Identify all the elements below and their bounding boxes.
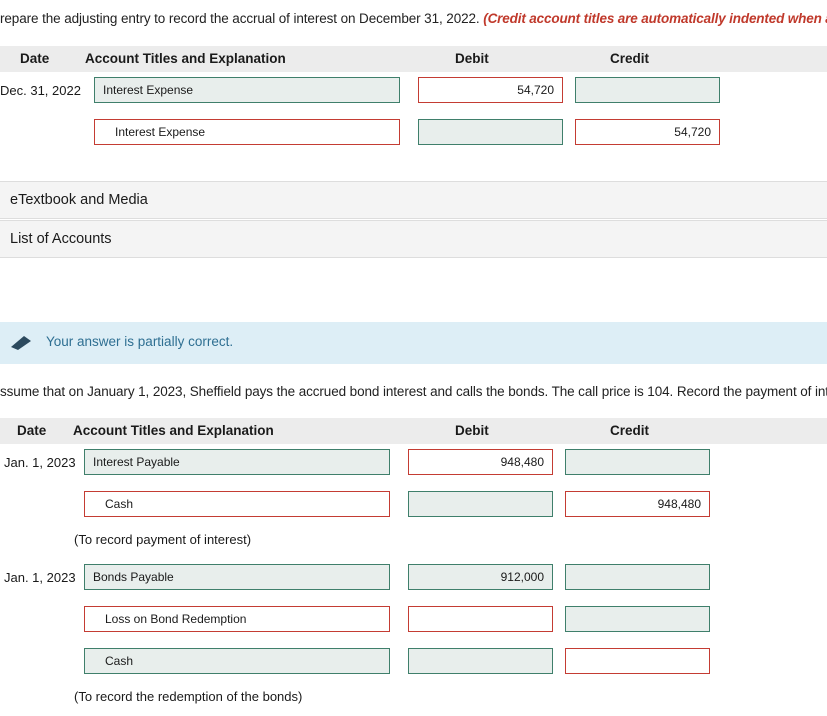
column-header-date: Date xyxy=(20,51,50,66)
column-header-account: Account Titles and Explanation xyxy=(85,51,286,66)
row-date: Dec. 31, 2022 xyxy=(0,83,81,98)
feedback-banner: Your answer is partially correct. xyxy=(0,322,827,364)
journal-table-1: Date Account Titles and Explanation Debi… xyxy=(0,46,827,156)
memo-row: (To record payment of interest) xyxy=(0,528,827,559)
column-header-account: Account Titles and Explanation xyxy=(73,423,274,438)
credit-amount-input[interactable] xyxy=(575,119,720,145)
table-row xyxy=(0,601,827,643)
column-header-date: Date xyxy=(17,423,47,438)
account-title-input[interactable] xyxy=(94,119,400,145)
feedback-text: Your answer is partially correct. xyxy=(46,334,234,349)
debit-amount-input[interactable] xyxy=(418,77,563,103)
credit-amount-input[interactable] xyxy=(575,77,720,103)
credit-amount-input[interactable] xyxy=(565,648,710,674)
journal-table-2-header: Date Account Titles and Explanation Debi… xyxy=(0,418,827,444)
table-row: Jan. 1, 2023 xyxy=(0,559,827,601)
debit-amount-input[interactable] xyxy=(418,119,563,145)
debit-amount-input[interactable] xyxy=(408,648,553,674)
debit-amount-input[interactable] xyxy=(408,491,553,517)
prompt-1-text: repare the adjusting entry to record the… xyxy=(0,11,484,26)
account-title-input[interactable] xyxy=(84,491,390,517)
account-title-input[interactable] xyxy=(84,449,390,475)
table-row xyxy=(0,643,827,685)
exercise-page: repare the adjusting entry to record the… xyxy=(0,0,827,704)
credit-amount-input[interactable] xyxy=(565,491,710,517)
journal-table-2: Date Account Titles and Explanation Debi… xyxy=(0,418,827,716)
account-title-input[interactable] xyxy=(84,648,390,674)
account-title-input[interactable] xyxy=(84,606,390,632)
table-row xyxy=(0,486,827,528)
column-header-debit: Debit xyxy=(455,51,489,66)
memo-text: (To record payment of interest) xyxy=(74,532,252,547)
column-header-credit: Credit xyxy=(610,423,650,438)
column-header-debit: Debit xyxy=(455,423,489,438)
question-prompt-1: repare the adjusting entry to record the… xyxy=(0,11,827,26)
credit-amount-input[interactable] xyxy=(565,449,710,475)
list-of-accounts-bar[interactable]: List of Accounts xyxy=(0,220,827,258)
row-date: Jan. 1, 2023 xyxy=(4,455,76,470)
memo-text: (To record the redemption of the bonds) xyxy=(74,689,303,704)
table-row xyxy=(0,114,827,156)
credit-amount-input[interactable] xyxy=(565,606,710,632)
etextbook-and-media-bar[interactable]: eTextbook and Media xyxy=(0,181,827,219)
column-header-credit: Credit xyxy=(610,51,650,66)
etextbook-and-media-label: eTextbook and Media xyxy=(10,192,148,208)
account-title-input[interactable] xyxy=(84,564,390,590)
debit-amount-input[interactable] xyxy=(408,564,553,590)
feedback-icon xyxy=(10,335,32,351)
table-row: Dec. 31, 2022 xyxy=(0,72,827,114)
memo-row: (To record the redemption of the bonds) xyxy=(0,685,827,716)
prompt-1-note: (Credit account titles are automatically… xyxy=(483,11,827,26)
debit-amount-input[interactable] xyxy=(408,449,553,475)
table-row: Jan. 1, 2023 xyxy=(0,444,827,486)
account-title-input[interactable] xyxy=(94,77,400,103)
prompt-2-text: ssume that on January 1, 2023, Sheffield… xyxy=(0,384,827,399)
row-date: Jan. 1, 2023 xyxy=(4,570,76,585)
credit-amount-input[interactable] xyxy=(565,564,710,590)
journal-table-1-header: Date Account Titles and Explanation Debi… xyxy=(0,46,827,72)
list-of-accounts-label: List of Accounts xyxy=(10,231,112,247)
debit-amount-input[interactable] xyxy=(408,606,553,632)
question-prompt-2: ssume that on January 1, 2023, Sheffield… xyxy=(0,384,827,399)
